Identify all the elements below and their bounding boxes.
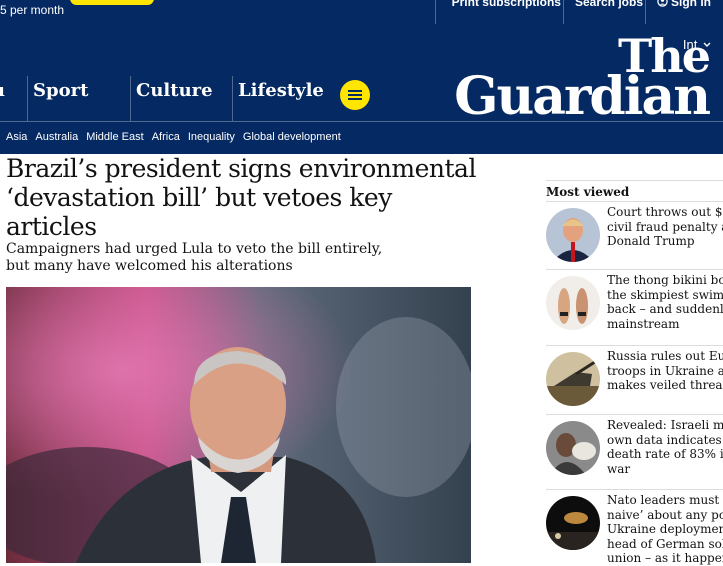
sign-in-label: Sign in [671,0,711,9]
subnav-item-africa[interactable]: Africa [152,131,180,143]
hero-image [6,287,471,563]
most-viewed-line: Nato leaders must ‘n [607,493,723,507]
support-price-text: 5 per month [0,3,65,17]
top-divider [435,0,436,24]
most-viewed-item[interactable]: Revealed: Israeli mil own data indicates… [546,414,723,481]
subnav-item-australia[interactable]: Australia [35,131,78,143]
search-jobs-link[interactable]: Search jobs [575,0,643,9]
most-viewed-title: Most viewed [546,185,630,199]
article-headline: Brazil’s president signs environmental ‘… [6,154,476,241]
most-viewed-item[interactable]: Nato leaders must ‘n naive’ about any po… [546,489,723,565]
most-viewed-line: union – as it happen [607,551,723,565]
most-viewed-line: own data indicates c [607,432,723,447]
pillar-divider [232,76,233,121]
most-viewed-line: troops in Ukraine as [607,363,723,378]
pillar-sport[interactable]: Sport [33,80,88,101]
most-viewed-line: back – and suddenly [607,302,723,316]
most-viewed-line: Revealed: Israeli mil [607,418,723,432]
thumbnail-image [546,276,600,330]
pillar-lifestyle[interactable]: Lifestyle [238,80,324,101]
most-viewed-rule [546,180,723,181]
most-viewed-item[interactable]: Russia rules out Eur troops in Ukraine a… [546,345,723,412]
most-viewed-line: Donald Trump [607,234,695,248]
top-divider [645,0,646,24]
most-viewed-line: head of German sold [607,536,723,551]
pillar-fragment[interactable]: ı [0,80,5,101]
guardian-logo[interactable]: The Guardian [454,33,711,127]
most-viewed-line: makes veiled threats [607,378,723,392]
sign-in-link[interactable]: Sign in [657,0,711,9]
sub-navigation: Asia Australia Middle East Africa Inequa… [0,121,723,154]
article-standfirst: Campaigners had urged Lula to veto the b… [6,241,383,274]
most-viewed-line: naive’ about any pot [607,507,723,522]
most-viewed-line: mainstream [607,316,680,331]
support-button[interactable] [70,0,154,5]
pillar-culture[interactable]: Culture [136,80,213,101]
logo-line-2: Guardian [454,65,711,127]
print-subscriptions-link[interactable]: Print subscriptions [452,0,561,9]
pillar-divider [27,76,28,121]
most-viewed-line: the skimpiest swimw [607,287,723,302]
thumbnail-image [546,421,600,475]
thumbnail-image [546,208,600,262]
masthead: ı Sport Culture Lifestyle Int The Guardi… [0,24,723,127]
most-viewed-item[interactable]: The thong bikini boo the skimpiest swimw… [546,269,723,336]
subnav-item-middle-east[interactable]: Middle East [86,131,143,143]
most-viewed-line: Court throws out $50 [607,205,723,219]
subnav-item-global-development[interactable]: Global development [243,131,341,143]
most-viewed-line: death rate of 83% in [607,447,723,461]
thumbnail-image [546,496,600,550]
subnav-item-asia[interactable]: Asia [6,131,27,143]
most-viewed-line: civil fraud penalty ag [607,219,723,234]
thumbnail-image [546,352,600,406]
top-divider [563,0,564,24]
most-viewed-line: Russia rules out Eur [607,349,723,363]
most-viewed-item[interactable]: Court throws out $50 civil fraud penalty… [546,201,723,268]
top-links: Print subscriptions Search jobs Sign in [452,0,711,9]
subnav-item-inequality[interactable]: Inequality [188,131,235,143]
user-icon [657,0,668,7]
top-bar: 5 per month Print subscriptions Search j… [0,0,723,24]
most-viewed-line: Ukraine deployment [607,522,723,536]
most-viewed-line: war [607,461,631,476]
pillar-divider [130,76,131,121]
menu-button[interactable] [340,80,370,110]
most-viewed-line: The thong bikini boo [607,273,723,287]
